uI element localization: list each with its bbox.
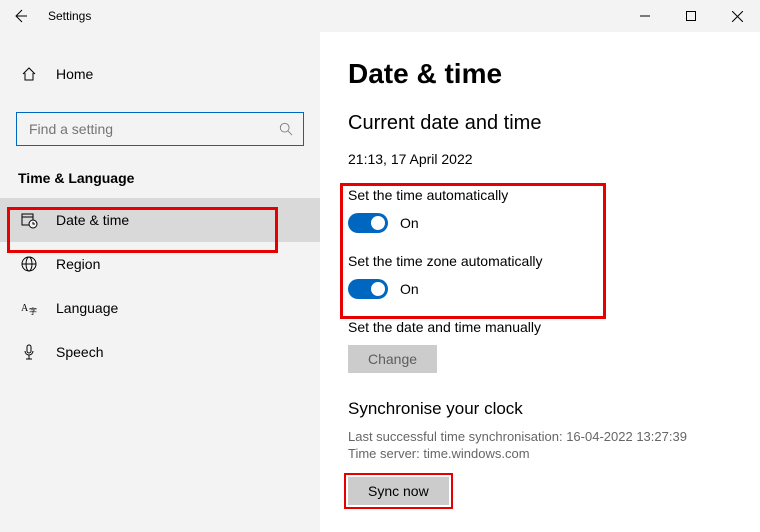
auto-tz-toggle[interactable] [348, 279, 388, 299]
sidebar-item-speech[interactable]: Speech [0, 330, 320, 374]
sidebar-item-home[interactable]: Home [0, 52, 320, 96]
home-icon [20, 65, 38, 83]
search-box[interactable] [16, 112, 304, 146]
page-title: Date & time [348, 58, 744, 90]
auto-tz-state: On [400, 281, 419, 297]
sidebar-item-label: Language [56, 300, 118, 316]
window-maximize[interactable] [668, 1, 714, 31]
titlebar: Settings [0, 0, 760, 32]
sidebar-item-label: Date & time [56, 212, 129, 228]
auto-tz-label: Set the time zone automatically [348, 253, 744, 269]
content-area: Date & time Current date and time 21:13,… [320, 32, 760, 532]
sidebar-item-language[interactable]: A字 Language [0, 286, 320, 330]
minimize-icon [640, 11, 650, 21]
sidebar-item-label: Region [56, 256, 100, 272]
svg-text:字: 字 [29, 306, 37, 316]
search-icon [279, 122, 293, 136]
svg-text:A: A [21, 303, 29, 314]
search-input[interactable] [27, 120, 279, 138]
change-button[interactable]: Change [348, 345, 437, 373]
sidebar-category: Time & Language [18, 170, 320, 186]
microphone-icon [20, 343, 38, 361]
sidebar-item-region[interactable]: Region [0, 242, 320, 286]
sidebar-home-label: Home [56, 66, 93, 82]
globe-icon [20, 255, 38, 273]
window-minimize[interactable] [622, 1, 668, 31]
auto-time-toggle[interactable] [348, 213, 388, 233]
window-title: Settings [48, 9, 91, 23]
auto-time-state: On [400, 215, 419, 231]
sync-server: Time server: time.windows.com [348, 446, 744, 461]
sidebar-item-label: Speech [56, 344, 103, 360]
current-datetime-heading: Current date and time [348, 112, 744, 135]
sync-now-button[interactable]: Sync now [348, 477, 449, 505]
current-datetime-value: 21:13, 17 April 2022 [348, 151, 744, 167]
language-icon: A字 [20, 299, 38, 317]
sync-last-success: Last successful time synchronisation: 16… [348, 429, 744, 444]
calendar-clock-icon [20, 211, 38, 229]
manual-datetime-label: Set the date and time manually [348, 319, 744, 335]
auto-time-label: Set the time automatically [348, 187, 744, 203]
window-close[interactable] [714, 1, 760, 31]
sidebar-item-date-time[interactable]: Date & time [0, 198, 320, 242]
back-button[interactable] [0, 0, 40, 32]
close-icon [732, 11, 743, 22]
maximize-icon [686, 11, 696, 21]
sync-heading: Synchronise your clock [348, 399, 744, 419]
back-arrow-icon [12, 8, 28, 24]
sidebar: Home Time & Language Date & time Region … [0, 32, 320, 532]
